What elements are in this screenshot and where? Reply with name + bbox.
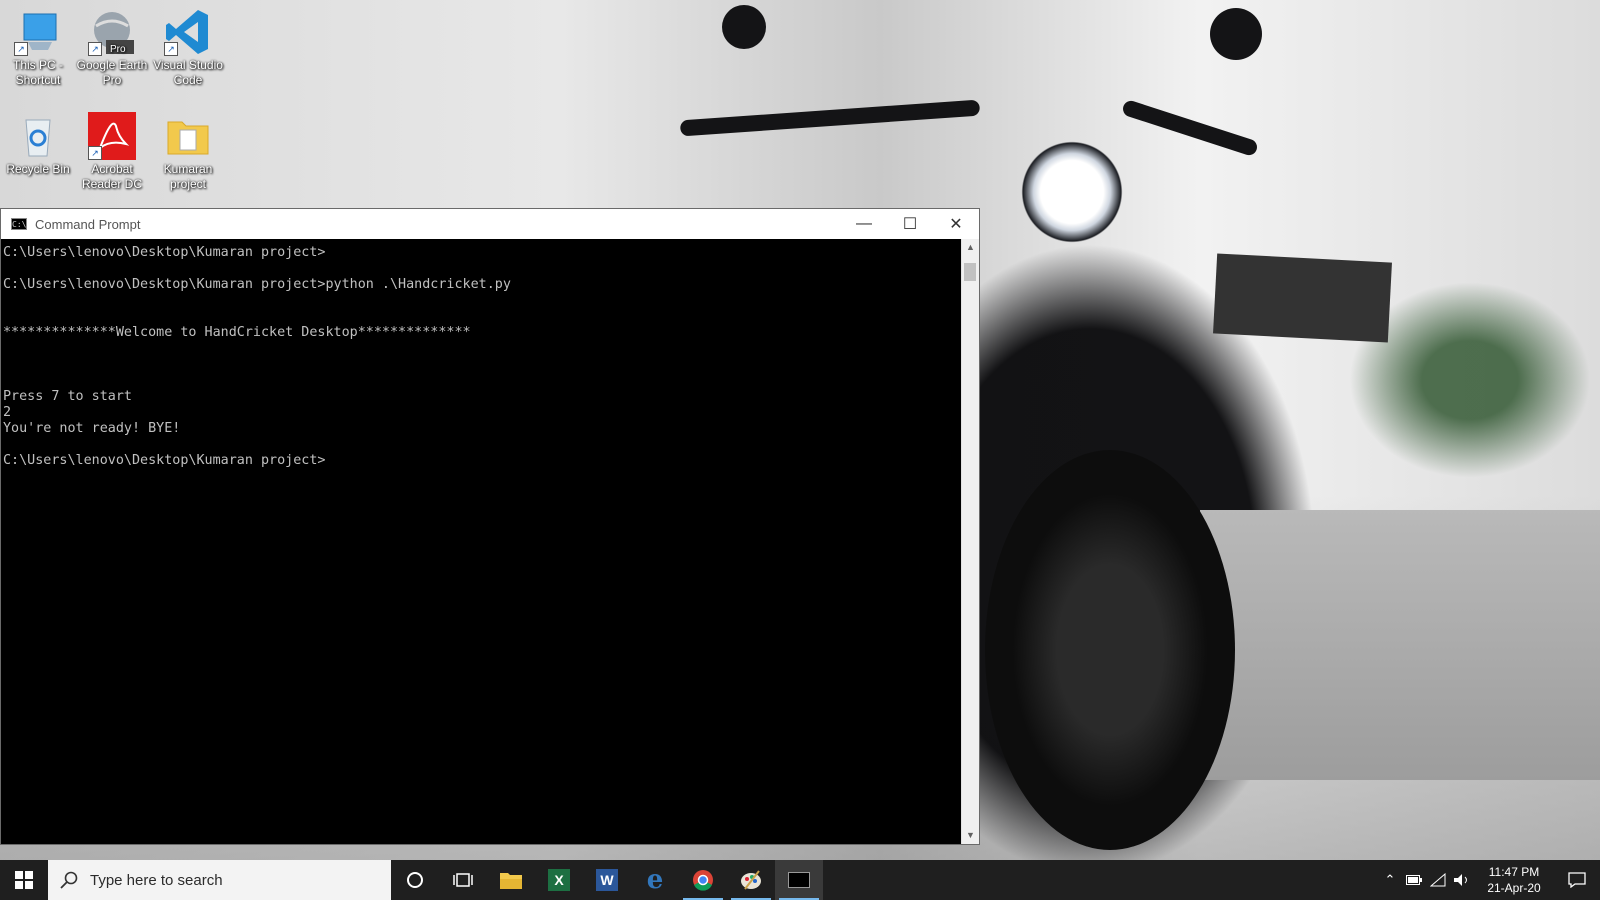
console-line: You're not ready! BYE!	[3, 421, 181, 436]
wallpaper-mirror-left	[722, 5, 766, 49]
task-view-button[interactable]	[439, 860, 487, 900]
taskbar-edge[interactable]: e	[631, 860, 679, 900]
desktop-icon-label: Visual Studio Code	[153, 58, 223, 87]
pro-badge: Pro	[110, 44, 126, 55]
cortana-circle-icon	[407, 872, 423, 888]
command-prompt-window[interactable]: C:\ Command Prompt — ☐ ✕ C:\Users\lenovo…	[0, 208, 980, 845]
wallpaper-handlebar-right	[1120, 98, 1260, 158]
volume-icon[interactable]	[1450, 860, 1474, 900]
wallpaper-planter	[1200, 510, 1600, 780]
desktop-icon-label: This PC - Shortcut	[12, 58, 63, 87]
desktop-icon-kumaran-project[interactable]: Kumaran project	[152, 112, 224, 192]
close-icon: ✕	[949, 216, 963, 233]
taskbar: Type here to search X W e ⌃ 11:47 PM 21-…	[0, 860, 1600, 900]
paint-icon	[741, 870, 761, 890]
window-titlebar[interactable]: C:\ Command Prompt — ☐ ✕	[1, 209, 979, 239]
minimize-icon: —	[856, 215, 872, 232]
clock-time: 11:47 PM	[1488, 865, 1540, 879]
clock-date: 21-Apr-20	[1487, 881, 1541, 895]
battery-icon[interactable]	[1402, 860, 1426, 900]
desktop-icon-recycle-bin[interactable]: Recycle Bin	[2, 112, 74, 177]
cmd-app-icon: C:\	[11, 218, 27, 230]
console-line: **************Welcome to HandCricket Des…	[3, 325, 471, 340]
wallpaper-mirror-right	[1210, 8, 1262, 60]
taskbar-paint[interactable]	[727, 860, 775, 900]
acrobat-icon: ↗	[88, 112, 136, 160]
windows-logo-icon	[15, 871, 33, 889]
taskbar-command-prompt[interactable]	[775, 860, 823, 900]
word-icon: W	[596, 869, 618, 891]
search-icon	[60, 871, 78, 889]
taskbar-excel[interactable]: X	[535, 860, 583, 900]
window-title: Command Prompt	[35, 216, 141, 232]
console-line: 2	[3, 405, 12, 420]
desktop-icon-acrobat[interactable]: ↗ Acrobat Reader DC	[76, 112, 148, 192]
console-line: C:\Users\lenovo\Desktop\Kumaran project>…	[3, 277, 511, 292]
cortana-button[interactable]	[391, 860, 439, 900]
folder-icon	[500, 873, 522, 889]
folder-icon	[164, 112, 212, 160]
close-button[interactable]: ✕	[933, 209, 979, 239]
chevron-up-icon[interactable]: ⌃	[1378, 860, 1402, 900]
search-placeholder: Type here to search	[90, 871, 223, 889]
clock[interactable]: 11:47 PM 21-Apr-20	[1474, 864, 1554, 896]
console-output[interactable]: C:\Users\lenovo\Desktop\Kumaran project>…	[1, 239, 962, 844]
edge-icon: e	[646, 865, 664, 895]
console-line: C:\Users\lenovo\Desktop\Kumaran project>	[3, 453, 326, 468]
minimize-button[interactable]: —	[841, 209, 887, 239]
system-tray: ⌃ 11:47 PM 21-Apr-20	[1378, 860, 1600, 900]
desktop-icon-label: Acrobat Reader DC	[81, 162, 143, 191]
maximize-icon: ☐	[902, 216, 918, 233]
task-view-icon	[453, 873, 473, 887]
console-line: Press 7 to start	[3, 389, 132, 404]
desktop-icon-google-earth[interactable]: Pro ↗ Google Earth Pro	[76, 8, 148, 88]
start-button[interactable]	[0, 860, 48, 900]
scrollbar-thumb[interactable]	[964, 263, 976, 281]
desktop-icon-vscode[interactable]: ↗ Visual Studio Code	[152, 8, 224, 88]
taskbar-file-explorer[interactable]	[487, 860, 535, 900]
excel-icon: X	[548, 869, 570, 891]
taskbar-word[interactable]: W	[583, 860, 631, 900]
search-input[interactable]: Type here to search	[48, 860, 391, 900]
desktop-icon-label: Recycle Bin	[6, 162, 70, 176]
maximize-button[interactable]: ☐	[887, 209, 933, 239]
notification-icon	[1568, 872, 1586, 888]
chrome-icon	[693, 870, 713, 891]
taskbar-chrome[interactable]	[679, 860, 727, 900]
desktop-icon-label: Google Earth Pro	[76, 58, 148, 87]
wallpaper-handlebar-left	[679, 99, 981, 137]
this-pc-icon: ↗	[14, 8, 62, 56]
desktop-icon-this-pc[interactable]: ↗ This PC - Shortcut	[2, 8, 74, 88]
desktop: ↗ This PC - Shortcut Pro ↗ Google Earth …	[0, 0, 1600, 900]
recycle-bin-icon	[14, 112, 62, 160]
vertical-scrollbar[interactable]: ▲ ▼	[961, 239, 979, 844]
scroll-down-icon[interactable]: ▼	[962, 827, 979, 844]
scroll-up-icon[interactable]: ▲	[962, 239, 979, 256]
wifi-icon[interactable]	[1426, 860, 1450, 900]
notification-button[interactable]	[1554, 860, 1600, 900]
wallpaper-wheel	[985, 450, 1235, 850]
console-line: C:\Users\lenovo\Desktop\Kumaran project>	[3, 245, 326, 260]
cmd-icon	[788, 872, 810, 888]
vscode-icon: ↗	[164, 8, 212, 56]
desktop-icon-label: Kumaran project	[163, 162, 213, 191]
google-earth-icon: Pro ↗	[88, 8, 136, 56]
wallpaper-sign	[1213, 253, 1392, 343]
